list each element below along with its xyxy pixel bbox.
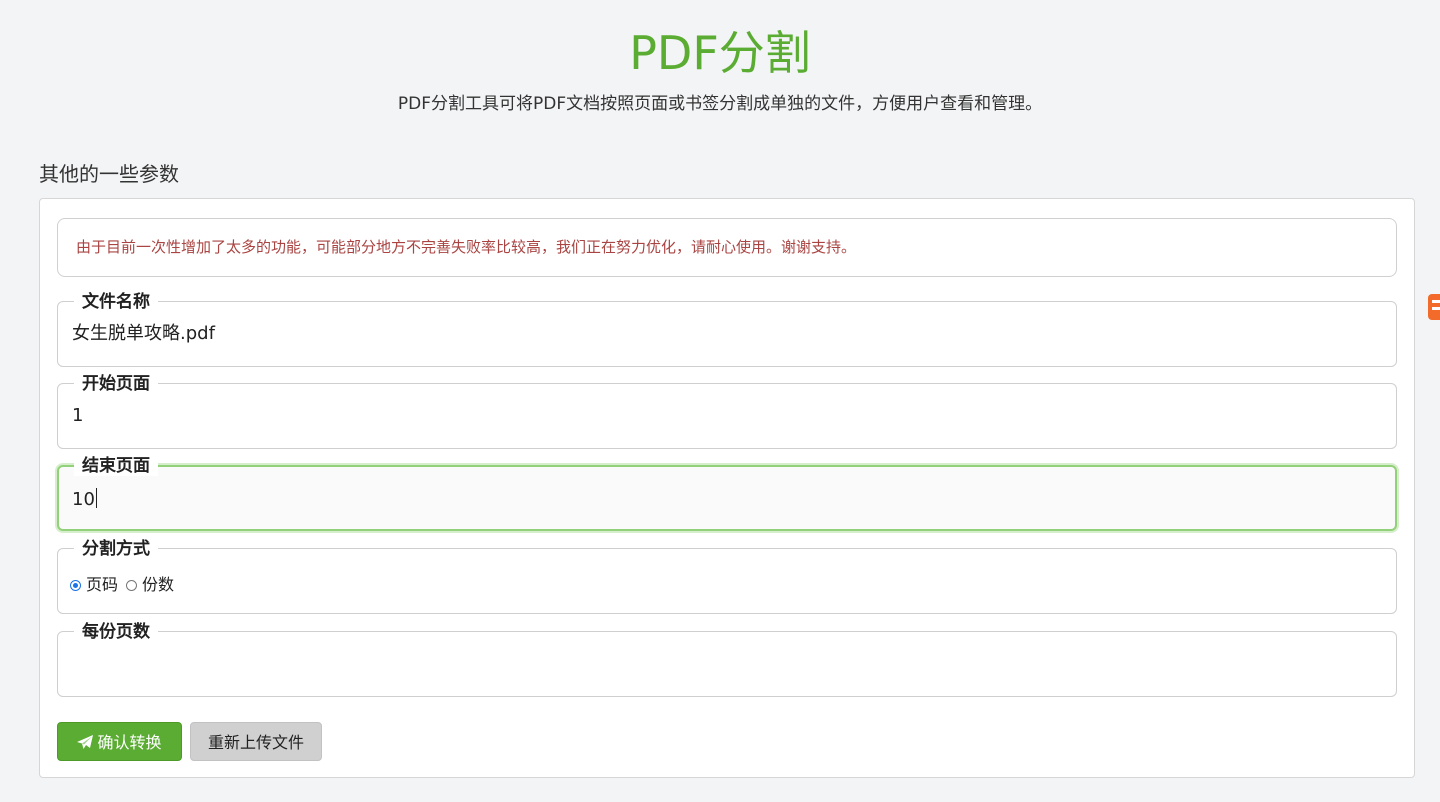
pages-per-part-field: 每份页数 xyxy=(57,622,1397,697)
split-mode-options: 页码 份数 xyxy=(70,575,182,595)
end-page-label: 结束页面 xyxy=(74,456,158,476)
end-page-value: 10 xyxy=(72,489,95,510)
text-caret xyxy=(95,488,97,508)
split-mode-field: 分割方式 页码 份数 xyxy=(57,539,1397,614)
file-name-label: 文件名称 xyxy=(74,292,158,312)
file-name-input[interactable]: 女生脱单攻略.pdf xyxy=(72,322,1372,346)
notice-banner: 由于目前一次性增加了太多的功能，可能部分地方不完善失败率比较高，我们正在努力优化… xyxy=(57,218,1397,277)
paper-plane-icon-svg xyxy=(77,735,94,749)
page-title: PDF分割 xyxy=(629,26,811,80)
file-name-field: 文件名称 女生脱单攻略.pdf xyxy=(57,292,1397,367)
page-subtitle: PDF分割工具可将PDF文档按照页面或书签分割成单独的文件，方便用户查看和管理。 xyxy=(397,94,1043,114)
end-page-input[interactable]: 10 xyxy=(72,488,1372,512)
section-label: 其他的一些参数 xyxy=(39,162,179,186)
split-mode-label: 分割方式 xyxy=(74,539,158,559)
split-mode-option-pages-label[interactable]: 页码 xyxy=(86,575,118,595)
confirm-convert-label: 确认转换 xyxy=(97,733,162,752)
end-page-field: 结束页面 10 xyxy=(57,456,1397,531)
orange-side-badge-svg xyxy=(1428,294,1440,320)
pages-per-part-label: 每份页数 xyxy=(74,622,158,642)
orange-side-badge-icon[interactable] xyxy=(1428,290,1440,324)
start-page-label: 开始页面 xyxy=(74,374,158,394)
start-page-input[interactable]: 1 xyxy=(72,404,1372,428)
confirm-convert-button[interactable]: 确认转换 xyxy=(57,722,182,761)
split-mode-radio-pages[interactable] xyxy=(70,579,81,591)
page: PDF分割 PDF分割工具可将PDF文档按照页面或书签分割成单独的文件，方便用户… xyxy=(0,0,1440,802)
split-mode-option-parts-label[interactable]: 份数 xyxy=(142,575,174,595)
reupload-file-button[interactable]: 重新上传文件 xyxy=(190,722,322,761)
start-page-field: 开始页面 1 xyxy=(57,374,1397,449)
paper-plane-icon xyxy=(77,725,94,764)
params-panel: 由于目前一次性增加了太多的功能，可能部分地方不完善失败率比较高，我们正在努力优化… xyxy=(39,198,1415,778)
split-mode-radio-parts[interactable] xyxy=(126,579,138,591)
